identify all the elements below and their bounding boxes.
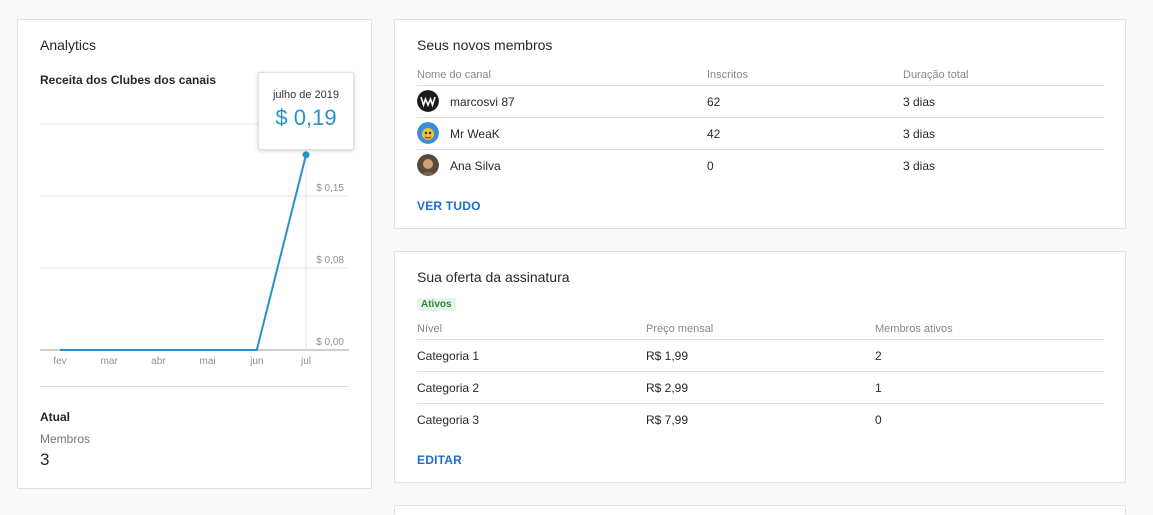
new-members-title: Seus novos membros bbox=[417, 37, 553, 53]
current-label: Atual bbox=[40, 410, 70, 424]
col-duration: Duração total bbox=[903, 69, 969, 81]
col-subscribers: Inscritos bbox=[707, 69, 748, 81]
offer-title: Sua oferta da assinatura bbox=[417, 269, 570, 285]
col-active-members: Membros ativos bbox=[875, 323, 953, 335]
col-channel-name: Nome do canal bbox=[417, 69, 491, 81]
y-tick-label: $ 0,08 bbox=[316, 255, 344, 266]
tooltip-month: julho de 2019 bbox=[272, 89, 340, 101]
photo-avatar-icon bbox=[417, 154, 439, 176]
table-row: Categoria 2 R$ 2,99 1 bbox=[417, 371, 1104, 403]
divider bbox=[40, 386, 349, 387]
table-row[interactable]: marcosvi 87 62 3 dias bbox=[417, 85, 1104, 117]
table-row: Categoria 1 R$ 1,99 2 bbox=[417, 339, 1104, 371]
x-tick-label: jul bbox=[300, 356, 311, 367]
member-subs: 62 bbox=[707, 95, 721, 109]
series-line bbox=[60, 154, 307, 351]
new-members-card: Seus novos membros Nome do canal Inscrit… bbox=[394, 19, 1126, 229]
tier-price: R$ 2,99 bbox=[646, 381, 689, 395]
table-row[interactable]: Ana Silva 0 3 dias bbox=[417, 149, 1104, 181]
members-count: 3 bbox=[40, 450, 50, 469]
cartoon-avatar-icon bbox=[417, 122, 439, 144]
member-subs: 0 bbox=[707, 159, 714, 173]
x-tick-label: abr bbox=[151, 356, 166, 367]
wwe-logo-icon bbox=[417, 90, 439, 112]
table-header: Nível Preço mensal Membros ativos bbox=[417, 323, 1104, 339]
member-name[interactable]: Ana Silva bbox=[450, 150, 501, 182]
member-duration: 3 dias bbox=[903, 95, 936, 109]
chart-tooltip: julho de 2019 $ 0,19 bbox=[258, 72, 354, 150]
data-point bbox=[302, 151, 310, 159]
y-tick-label: $ 0,15 bbox=[316, 183, 344, 194]
tier-level: Categoria 1 bbox=[417, 349, 480, 363]
analytics-card: Analytics Receita dos Clubes dos canais … bbox=[17, 19, 372, 489]
tier-active: 2 bbox=[875, 349, 882, 363]
x-tick-label: mar bbox=[101, 356, 119, 367]
edit-link[interactable]: EDITAR bbox=[417, 453, 462, 467]
offer-table: Nível Preço mensal Membros ativos Catego… bbox=[417, 323, 1104, 435]
member-subs: 42 bbox=[707, 127, 721, 141]
see-all-link[interactable]: VER TUDO bbox=[417, 199, 481, 213]
members-label: Membros bbox=[40, 432, 91, 446]
tier-active: 1 bbox=[875, 381, 882, 395]
members-table: Nome do canal Inscritos Duração total ma… bbox=[417, 69, 1104, 181]
x-tick-label: mai bbox=[200, 356, 216, 367]
tier-active: 0 bbox=[875, 413, 882, 427]
tier-level: Categoria 3 bbox=[417, 413, 480, 427]
member-duration: 3 dias bbox=[903, 159, 936, 173]
y-tick-label: $ 0,00 bbox=[316, 337, 344, 348]
tier-price: R$ 1,99 bbox=[646, 349, 689, 363]
status-badge: Ativos bbox=[417, 298, 456, 311]
x-tick-label: fev bbox=[53, 356, 66, 367]
member-name[interactable]: marcosvi 87 bbox=[450, 86, 515, 118]
member-name[interactable]: Mr WeaK bbox=[450, 118, 500, 150]
member-duration: 3 dias bbox=[903, 127, 936, 141]
col-level: Nível bbox=[417, 323, 443, 335]
tier-price: R$ 7,99 bbox=[646, 413, 689, 427]
col-price: Preço mensal bbox=[646, 323, 714, 335]
table-header: Nome do canal Inscritos Duração total bbox=[417, 69, 1104, 85]
tooltip-value: $ 0,19 bbox=[275, 105, 337, 130]
table-row[interactable]: Mr WeaK 42 3 dias bbox=[417, 117, 1104, 149]
x-tick-label: jun bbox=[249, 356, 263, 367]
table-row: Categoria 3 R$ 7,99 0 bbox=[417, 403, 1104, 435]
tier-level: Categoria 2 bbox=[417, 381, 480, 395]
subscription-offer-card: Sua oferta da assinatura Ativos Nível Pr… bbox=[394, 251, 1126, 483]
